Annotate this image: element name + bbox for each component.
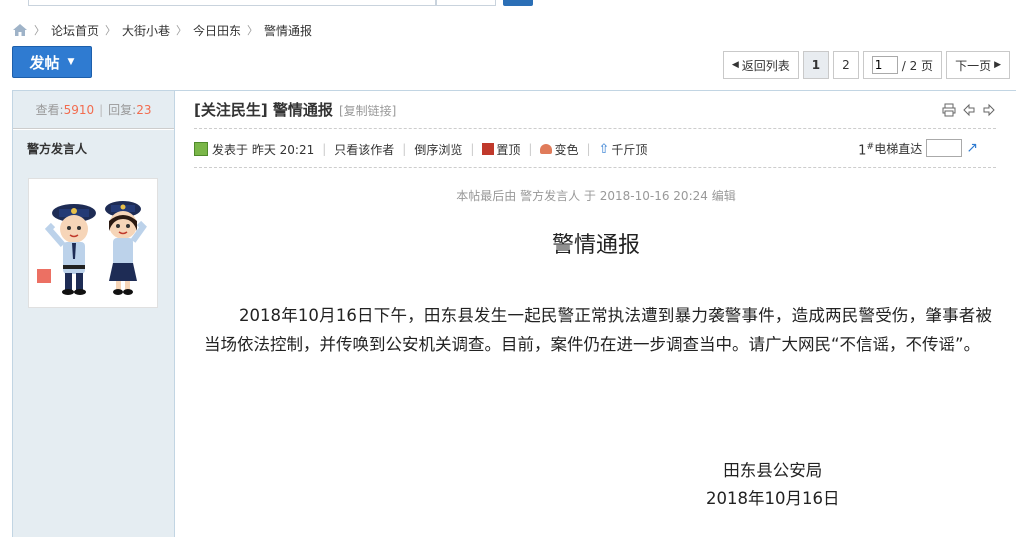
page-total-label: / 2 页 xyxy=(901,58,934,73)
back-to-list-button[interactable]: ◀ 返回列表 xyxy=(722,51,799,79)
post-meta-bar: 发表于 昨天 20:21 | 只看该作者 | 倒序浏览 | 置顶 | 变色 | … xyxy=(194,137,996,161)
author-status-icon xyxy=(194,142,208,156)
post-body: 2018年10月16日下午，田东县发生一起民警正常执法遭到暴力袭警事件，造成两民… xyxy=(204,306,992,354)
author-sidebar: 查看: 5910 | 回复: 23 警方发言人 xyxy=(13,91,175,537)
breadcrumb-forum-home[interactable]: 论坛首页 xyxy=(51,22,99,39)
online-status: 发表于 昨天 20:21 xyxy=(194,141,314,158)
post-signature: 田东县公安局 2018年10月16日 xyxy=(706,457,839,513)
search-type-select[interactable] xyxy=(436,0,496,6)
chevron-left-icon: ◀ xyxy=(731,60,739,70)
floor-number: 1# xyxy=(858,142,874,159)
author-only-link[interactable]: 只看该作者 xyxy=(334,141,394,158)
copy-link-button[interactable]: [复制链接] xyxy=(339,102,396,119)
thread-tools xyxy=(942,103,996,120)
next-page-label: 下一页 xyxy=(955,58,992,73)
breadcrumb-forum-section[interactable]: 大街小巷 xyxy=(122,22,170,39)
views-label: 查看: xyxy=(35,103,64,117)
post-content-area: [关注民生] 警情通报 [复制链接] 发表于 昨天 20:21 | 只看该作者 xyxy=(176,91,1016,537)
posted-time: 发表于 昨天 20:21 xyxy=(212,142,315,157)
meta-divider: | xyxy=(528,142,533,156)
meta-divider: | xyxy=(470,142,475,156)
stats-divider: | xyxy=(99,102,104,117)
next-thread-icon[interactable] xyxy=(982,103,996,120)
pin-top-button[interactable]: 置顶 xyxy=(482,141,520,158)
thread-title: [关注民生] 警情通报 xyxy=(194,101,333,119)
author-name[interactable]: 警方发言人 xyxy=(13,129,174,167)
top-search-bar xyxy=(0,0,1016,16)
lift-thread-button[interactable]: ⇧ 千斤顶 xyxy=(599,141,648,158)
paint-bucket-icon xyxy=(540,144,553,154)
print-icon[interactable] xyxy=(942,103,956,120)
thread-stats: 查看: 5910 | 回复: 23 xyxy=(13,91,174,129)
breadcrumb-sub-forum[interactable]: 今日田东 xyxy=(193,22,241,39)
search-input[interactable] xyxy=(28,0,436,6)
new-post-label: 发帖 xyxy=(29,53,60,72)
page-2-button[interactable]: 2 xyxy=(833,51,859,79)
breadcrumb-separator: 〉 xyxy=(105,24,117,37)
breadcrumb-separator: 〉 xyxy=(176,24,188,37)
pin-top-label: 置顶 xyxy=(496,142,521,157)
home-icon[interactable] xyxy=(12,23,28,37)
page-jump: / 2 页 xyxy=(862,51,943,79)
previous-thread-icon[interactable] xyxy=(962,103,976,120)
lift-thread-label: 千斤顶 xyxy=(611,142,648,157)
replies-label: 回复: xyxy=(108,103,137,117)
replies-count: 23 xyxy=(136,102,152,117)
meta-divider: | xyxy=(402,142,407,156)
floor-jump-go-icon[interactable]: ↗ xyxy=(966,140,978,156)
floor-jump-input[interactable] xyxy=(926,139,963,157)
meta-divider-line xyxy=(194,167,996,168)
post-heading: 警情通报 xyxy=(551,233,640,258)
reverse-order-link[interactable]: 倒序浏览 xyxy=(414,141,462,158)
back-to-list-label: 返回列表 xyxy=(741,58,790,73)
meta-divider: | xyxy=(586,142,591,156)
breadcrumb: 〉 论坛首页 〉 大街小巷 〉 今日田东 〉 警情通报 xyxy=(12,21,312,39)
floor-jump-label: 电梯直达 xyxy=(874,141,923,156)
breadcrumb-separator: 〉 xyxy=(247,24,259,37)
police-cartoon-avatar-icon xyxy=(37,201,147,295)
thread-frame: 查看: 5910 | 回复: 23 警方发言人 [关注民生] 警情通报 [复制链… xyxy=(12,90,1016,537)
page-1-button[interactable]: 1 xyxy=(802,51,830,79)
change-color-button[interactable]: 变色 xyxy=(540,141,578,158)
page-jump-input[interactable] xyxy=(871,56,898,74)
floor-jump: 电梯直达 ↗ xyxy=(874,139,978,157)
caret-down-icon: ▼ xyxy=(67,57,75,67)
new-post-button[interactable]: 发帖 ▼ xyxy=(12,46,92,78)
pin-icon xyxy=(482,143,495,155)
breadcrumb-current-thread[interactable]: 警情通报 xyxy=(264,22,312,39)
views-count: 5910 xyxy=(63,102,95,117)
next-page-button[interactable]: 下一页 ▶ xyxy=(946,51,1010,79)
edit-note: 本帖最后由 警方发言人 于 2018-10-16 20:24 编辑 xyxy=(456,189,736,203)
breadcrumb-separator: 〉 xyxy=(34,24,45,37)
signature-date: 2018年10月16日 xyxy=(706,489,840,508)
chevron-right-icon: ▶ xyxy=(994,60,1001,70)
thread-title-row: [关注民生] 警情通报 [复制链接] xyxy=(194,91,996,129)
lift-arrow-icon: ⇧ xyxy=(598,141,610,157)
meta-divider: | xyxy=(322,142,327,156)
change-color-label: 变色 xyxy=(554,142,579,157)
avatar[interactable] xyxy=(28,178,158,308)
signature-organization: 田东县公安局 xyxy=(723,461,823,480)
search-button[interactable] xyxy=(503,0,533,6)
pagination: ◀ 返回列表 1 2 / 2 页 下一页 ▶ xyxy=(722,51,1010,79)
